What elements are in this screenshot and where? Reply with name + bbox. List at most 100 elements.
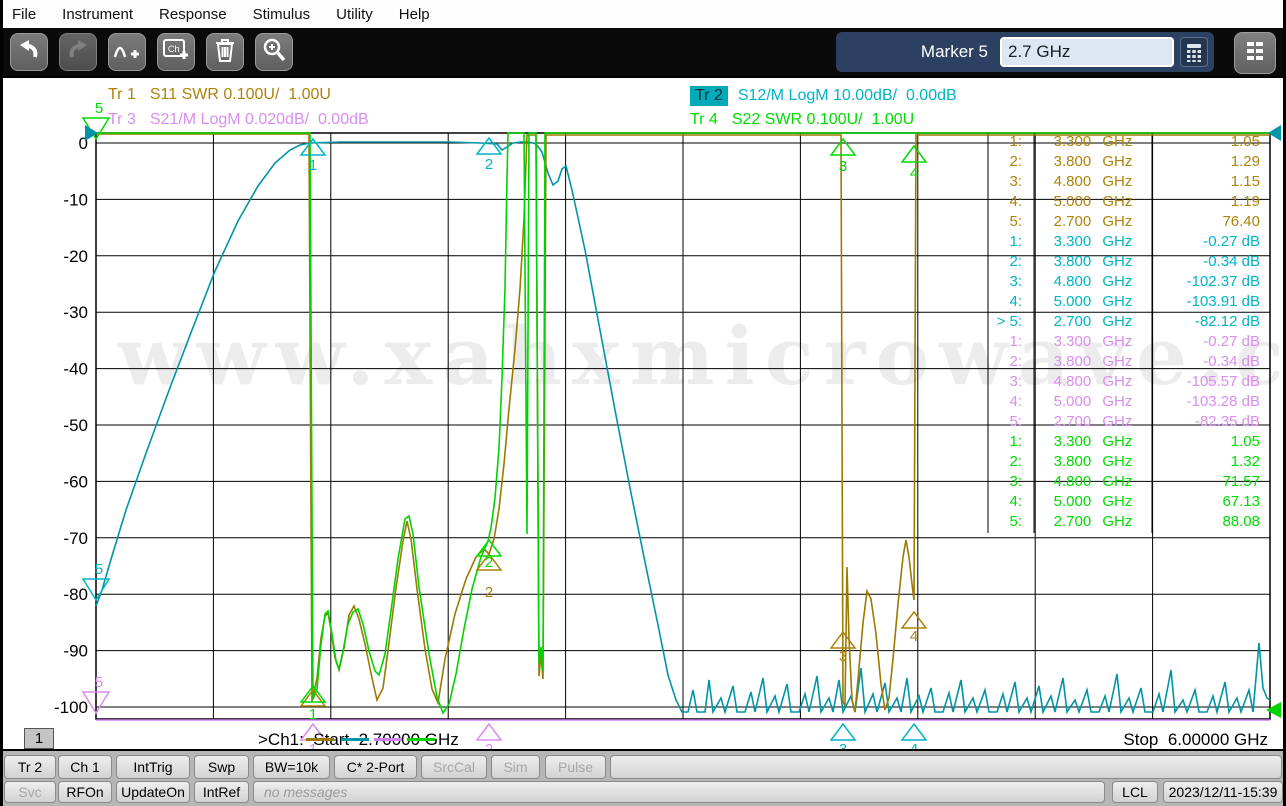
- marker-table-value: 1.05: [1230, 133, 1260, 150]
- trace-label-tr1[interactable]: Tr 1 S11 SWR 0.100U/ 1.00U: [108, 86, 331, 104]
- marker-table-frequency: 3.300 GHz: [1053, 233, 1133, 250]
- marker-table-number: 3:: [1009, 373, 1022, 390]
- marker-table-frequency: 2.700 GHz: [1053, 313, 1133, 330]
- y-axis-label: -80: [63, 585, 88, 604]
- trace-label-tr2[interactable]: Tr 2 S12/M LogM 10.00dB/ 0.00dB: [690, 86, 957, 106]
- marker-table-value: -102.37 dB: [1186, 273, 1260, 290]
- softkey-inttrig[interactable]: IntTrig: [116, 755, 190, 779]
- marker-triangle[interactable]: [900, 610, 928, 629]
- add-channel-button[interactable]: Ch: [157, 33, 195, 71]
- marker-table-number: 4:: [1009, 493, 1022, 510]
- sidebar-menu-button[interactable]: [1234, 32, 1276, 74]
- menu-item-stimulus[interactable]: Stimulus: [240, 6, 324, 23]
- marker-number-label: 5: [95, 100, 103, 117]
- marker-table-value: 71.57: [1222, 473, 1260, 490]
- softkey-lcl[interactable]: LCL: [1112, 781, 1158, 803]
- delete-button[interactable]: [206, 33, 244, 71]
- softkey-svc: Svc: [4, 781, 56, 803]
- marker-table-row: 5: 2.700 GHz -82.35 dB: [0, 413, 1286, 433]
- marker-number-label: 3: [839, 648, 847, 665]
- marker-value-input[interactable]: [1000, 37, 1174, 67]
- softkey-tr-2[interactable]: Tr 2: [4, 755, 56, 779]
- marker-triangle[interactable]: [900, 722, 928, 741]
- stimulus-stop-label: Stop 6.00000 GHz: [1123, 730, 1268, 749]
- marker-table-value: 1.19: [1230, 193, 1260, 210]
- marker-table-frequency: 2.700 GHz: [1053, 413, 1133, 430]
- menu-item-response[interactable]: Response: [146, 6, 240, 23]
- marker-table-value: -0.27 dB: [1203, 333, 1260, 350]
- add-trace-button[interactable]: [108, 33, 146, 71]
- legend-dash-tr2: [341, 738, 369, 741]
- y-axis-label: -100: [54, 698, 88, 717]
- marker-table-number: 1:: [1009, 433, 1022, 450]
- marker-number-label: 5: [95, 561, 103, 578]
- add-channel-icon: Ch: [162, 37, 190, 68]
- softkey-bw-10k[interactable]: BW=10k: [253, 755, 330, 779]
- menu-bar: File Instrument Response Stimulus Utility Hel…: [0, 0, 1286, 28]
- softkey-ch-1[interactable]: Ch 1: [58, 755, 112, 779]
- keypad-button[interactable]: [1180, 37, 1208, 67]
- menu-item-help[interactable]: Help: [386, 6, 443, 23]
- add-trace-icon: [113, 37, 141, 68]
- marker-table-number: > 5:: [996, 313, 1022, 330]
- marker-table-frequency: 2.700 GHz: [1053, 213, 1133, 230]
- marker-table-frequency: 4.800 GHz: [1053, 373, 1133, 390]
- menu-item-instrument[interactable]: Instrument: [49, 6, 146, 23]
- marker-table-value: 1.05: [1230, 433, 1260, 450]
- marker-table-row: 4: 5.000 GHz 1.19: [0, 193, 1286, 213]
- trace-format-label: S22 SWR 0.100U/ 1.00U: [731, 111, 915, 128]
- marker-table-number: 5:: [1009, 413, 1022, 430]
- softkey-pulse: Pulse: [545, 755, 606, 779]
- window-border-left: [0, 0, 3, 806]
- marker-table-row: 1: 3.300 GHz 1.05: [0, 433, 1286, 453]
- marker-table-frequency: 3.800 GHz: [1053, 453, 1133, 470]
- zoom-icon: [261, 37, 287, 68]
- marker-table-number: 5:: [1009, 213, 1022, 230]
- marker-table-row: 1: 3.300 GHz -0.27 dB: [0, 333, 1286, 353]
- softkey-c-2-port[interactable]: C* 2-Port: [334, 755, 417, 779]
- softkey-intref[interactable]: IntRef: [194, 781, 249, 803]
- marker-triangle[interactable]: [475, 722, 503, 741]
- softkey-updateon[interactable]: UpdateOn: [116, 781, 190, 803]
- marker-table-value: 1.29: [1230, 153, 1260, 170]
- menu-item-file[interactable]: File: [8, 6, 49, 23]
- marker-table-row: 4: 5.000 GHz 67.13: [0, 493, 1286, 513]
- marker-number-label: 1: [309, 706, 317, 723]
- marker-table-frequency: 5.000 GHz: [1053, 493, 1133, 510]
- marker-table-value: -82.35 dB: [1194, 413, 1260, 430]
- marker-table-value: -0.27 dB: [1203, 233, 1260, 250]
- trace-id: Tr 3: [108, 111, 136, 128]
- marker-triangle[interactable]: [829, 722, 857, 741]
- menu-item-utility[interactable]: Utility: [323, 6, 386, 23]
- legend-dash-tr1: [306, 738, 334, 741]
- channel-badge[interactable]: 1: [24, 728, 54, 749]
- trace-label-tr3[interactable]: Tr 3 S21/M LogM 0.020dB/ 0.00dB: [108, 111, 369, 129]
- marker-table-number: 3:: [1009, 173, 1022, 190]
- marker-number-label: 2: [485, 554, 493, 571]
- softkey-blank: [610, 755, 1282, 779]
- marker-table-number: 4:: [1009, 193, 1022, 210]
- marker-table-number: 2:: [1009, 253, 1022, 270]
- softkey-bar: Tr 2 Ch 1 IntTrig Swp BW=10k C* 2-Port SrcCal S…: [0, 751, 1286, 806]
- marker-entry-label: Marker 5: [920, 42, 988, 61]
- zoom-button[interactable]: [255, 33, 293, 71]
- marker-table-value: 1.32: [1230, 453, 1260, 470]
- marker-table-row: 3: 4.800 GHz -105.57 dB: [0, 373, 1286, 393]
- marker-table-frequency: 3.800 GHz: [1053, 353, 1133, 370]
- marker-table-frequency: 4.800 GHz: [1053, 473, 1133, 490]
- softkey-sim: Sim: [491, 755, 540, 779]
- undo-button[interactable]: [10, 33, 48, 71]
- marker-table-value: 76.40: [1222, 213, 1260, 230]
- marker-table-row: 4: 5.000 GHz -103.28 dB: [0, 393, 1286, 413]
- marker-table-number: 3:: [1009, 273, 1022, 290]
- softkey-rfon[interactable]: RFOn: [58, 781, 112, 803]
- marker-number-label: 3: [839, 741, 847, 749]
- reference-level-arrow[interactable]: [1266, 702, 1281, 718]
- trace-label-tr4[interactable]: Tr 4 S22 SWR 0.100U/ 1.00U: [690, 111, 914, 129]
- marker-table-frequency: 2.700 GHz: [1053, 513, 1133, 530]
- marker-table-frequency: 4.800 GHz: [1053, 173, 1133, 190]
- marker-table-number: 1:: [1009, 233, 1022, 250]
- softkey-swp[interactable]: Swp: [194, 755, 249, 779]
- softkey-2023-12-11-15-39[interactable]: 2023/12/11-15:39: [1163, 781, 1283, 803]
- vna-application-window: File Instrument Response Stimulus Utility Hel…: [0, 0, 1286, 806]
